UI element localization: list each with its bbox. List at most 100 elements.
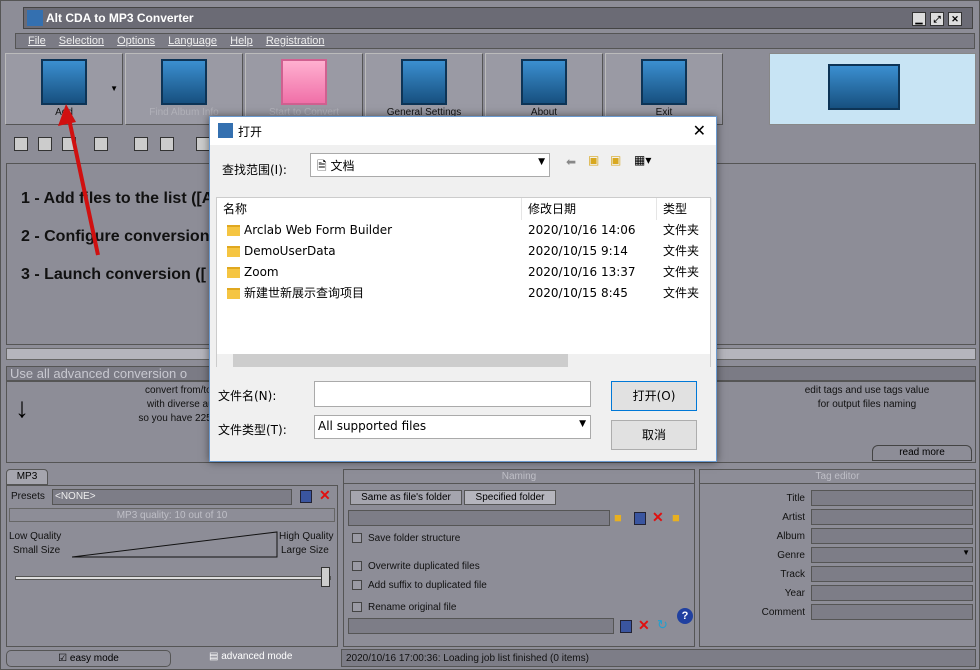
up-folder-icon[interactable]: ▣ bbox=[588, 153, 599, 167]
info-text: edit tags and use tags value bbox=[804, 385, 930, 396]
status-bar: 2020/10/16 17:00:36: Loading job list fi… bbox=[341, 649, 976, 667]
file-list: 名称 修改日期 类型 Arclab Web Form Builder 2020/1… bbox=[216, 197, 712, 367]
open-file-dialog: 打开 ✕ 查找范围(I): 🗎 文档 ▼ ⬅ ▣ ▣ ▦▾ 名称 修改日期 类型 … bbox=[209, 116, 717, 462]
dialog-close-button[interactable]: ✕ bbox=[693, 121, 706, 140]
menu-language[interactable]: Language bbox=[168, 35, 217, 47]
rename-select[interactable] bbox=[348, 618, 614, 634]
tab-specified-folder[interactable]: Specified folder bbox=[464, 490, 556, 505]
view-icon[interactable] bbox=[196, 137, 210, 151]
tab-same-folder[interactable]: Same as file's folder bbox=[350, 490, 462, 505]
tag-editor-panel: Tag editor Title Artist Album Genre ▼ Track Ye… bbox=[699, 469, 976, 647]
tag-title-input[interactable] bbox=[811, 490, 973, 506]
document-icon: 🗎 bbox=[317, 159, 331, 173]
quality-slider[interactable] bbox=[15, 576, 331, 580]
tag-label: Comment bbox=[761, 607, 805, 618]
folder-icon bbox=[227, 288, 240, 299]
exit-button[interactable]: Exit bbox=[605, 53, 723, 125]
add-file-icon[interactable] bbox=[14, 137, 28, 151]
file-name: Arclab Web Form Builder bbox=[227, 220, 392, 241]
dialog-horizontal-scrollbar[interactable] bbox=[217, 354, 710, 367]
save-icon[interactable] bbox=[620, 620, 632, 633]
folder-icon bbox=[227, 246, 240, 257]
column-name[interactable]: 名称 bbox=[217, 198, 522, 220]
new-folder-icon[interactable]: ▣ bbox=[610, 153, 621, 167]
menu-options[interactable]: Options bbox=[117, 35, 155, 47]
clear-icon[interactable] bbox=[134, 137, 148, 151]
refresh-icon[interactable]: ↻ bbox=[657, 617, 668, 633]
save-structure-checkbox[interactable]: Save folder structure bbox=[352, 533, 460, 544]
small-size-label: Small Size bbox=[13, 545, 61, 556]
save-icon[interactable] bbox=[300, 490, 312, 503]
cancel-button[interactable]: 取消 bbox=[611, 420, 697, 450]
delete-icon[interactable]: ✕ bbox=[319, 487, 331, 504]
menu-registration[interactable]: Registration bbox=[266, 35, 325, 47]
overwrite-checkbox[interactable]: Overwrite duplicated files bbox=[352, 561, 480, 572]
menu-file[interactable]: File bbox=[28, 35, 46, 47]
menu-bar: File Selection Options Language Help Reg… bbox=[15, 33, 975, 49]
tag-track-input[interactable] bbox=[811, 566, 973, 582]
look-in-select[interactable]: 🗎 文档 ▼ bbox=[310, 153, 550, 177]
menu-selection[interactable]: Selection bbox=[59, 35, 104, 47]
tag-album-input[interactable] bbox=[811, 528, 973, 544]
tag-artist-input[interactable] bbox=[811, 509, 973, 525]
column-date[interactable]: 修改日期 bbox=[522, 198, 657, 220]
view-menu-icon[interactable]: ▦▾ bbox=[634, 153, 651, 167]
settings-icon bbox=[401, 59, 447, 105]
open-button[interactable]: 打开(O) bbox=[611, 381, 697, 411]
arrow-down-icon: ↓ bbox=[15, 392, 29, 423]
menu-help[interactable]: Help bbox=[230, 35, 253, 47]
browse-folder-icon[interactable]: ■ bbox=[672, 510, 680, 525]
dialog-title-bar: 打开 ✕ bbox=[210, 117, 716, 145]
tag-comment-input[interactable] bbox=[811, 604, 973, 620]
rename-checkbox[interactable]: Rename original file bbox=[352, 602, 456, 613]
read-more-button[interactable]: read more bbox=[872, 445, 972, 461]
tab-mp3[interactable]: MP3 bbox=[6, 469, 48, 485]
easy-mode-label: easy mode bbox=[69, 653, 119, 664]
file-row[interactable]: 新建世新展示查询项目 2020/10/15 8:45 文件夹 bbox=[217, 283, 712, 304]
find-album-info-button[interactable]: Find Album Info bbox=[125, 53, 243, 125]
delete-icon[interactable]: ✕ bbox=[638, 617, 650, 634]
tag-label: Album bbox=[776, 531, 805, 542]
status-message: 2020/10/16 17:00:36: Loading job list fi… bbox=[346, 653, 589, 664]
tag-year-input[interactable] bbox=[811, 585, 973, 601]
maximize-button[interactable]: ⤢ bbox=[930, 12, 944, 26]
save-icon[interactable] bbox=[634, 512, 646, 525]
file-row[interactable]: Arclab Web Form Builder 2020/10/16 14:06 文… bbox=[217, 220, 712, 241]
step-3: 3 - Launch conversion ([ bbox=[21, 266, 206, 283]
file-row[interactable]: DemoUserData 2020/10/15 9:14 文件夹 bbox=[217, 241, 712, 262]
chevron-down-icon: ▼ bbox=[962, 548, 970, 557]
presets-select[interactable]: <NONE> bbox=[52, 489, 292, 505]
convert-icon bbox=[281, 59, 327, 105]
about-button[interactable]: About bbox=[485, 53, 603, 125]
tag-genre-input[interactable]: ▼ bbox=[811, 547, 973, 563]
about-icon bbox=[521, 59, 567, 105]
file-date: 2020/10/15 8:45 bbox=[528, 286, 628, 300]
column-type[interactable]: 类型 bbox=[657, 198, 712, 220]
easy-mode-button[interactable]: ☑ easy mode bbox=[6, 650, 171, 667]
file-date: 2020/10/16 14:06 bbox=[528, 223, 636, 237]
close-button[interactable]: ✕ bbox=[948, 12, 962, 26]
folder-open-icon[interactable]: ■ bbox=[614, 510, 622, 525]
filename-input[interactable] bbox=[314, 381, 591, 407]
large-size-label: Large Size bbox=[281, 545, 329, 556]
delete-icon[interactable]: ✕ bbox=[652, 509, 664, 526]
start-convert-button[interactable]: Start to Convert bbox=[245, 53, 363, 125]
filetype-select[interactable]: All supported files ▼ bbox=[314, 415, 591, 439]
file-row[interactable]: Zoom 2020/10/16 13:37 文件夹 bbox=[217, 262, 712, 283]
folder-select[interactable] bbox=[348, 510, 610, 526]
file-date: 2020/10/16 13:37 bbox=[528, 265, 636, 279]
advanced-mode-button[interactable]: ▤ advanced mode bbox=[209, 651, 292, 662]
minimize-button[interactable]: ▁ bbox=[912, 12, 926, 26]
naming-header: Naming bbox=[344, 470, 694, 484]
exit-icon bbox=[641, 59, 687, 105]
tag-label: Artist bbox=[782, 512, 805, 523]
suffix-checkbox[interactable]: Add suffix to duplicated file bbox=[352, 580, 487, 591]
clear-all-icon[interactable] bbox=[160, 137, 174, 151]
quality-slider-thumb[interactable] bbox=[321, 567, 330, 587]
add-dropdown-icon[interactable]: ▼ bbox=[110, 84, 118, 93]
general-settings-button[interactable]: General Settings bbox=[365, 53, 483, 125]
file-type: 文件夹 bbox=[663, 244, 700, 258]
app-title: Alt CDA to MP3 Converter bbox=[46, 11, 194, 25]
back-icon[interactable]: ⬅ bbox=[566, 155, 576, 169]
help-icon[interactable]: ? bbox=[677, 608, 693, 624]
